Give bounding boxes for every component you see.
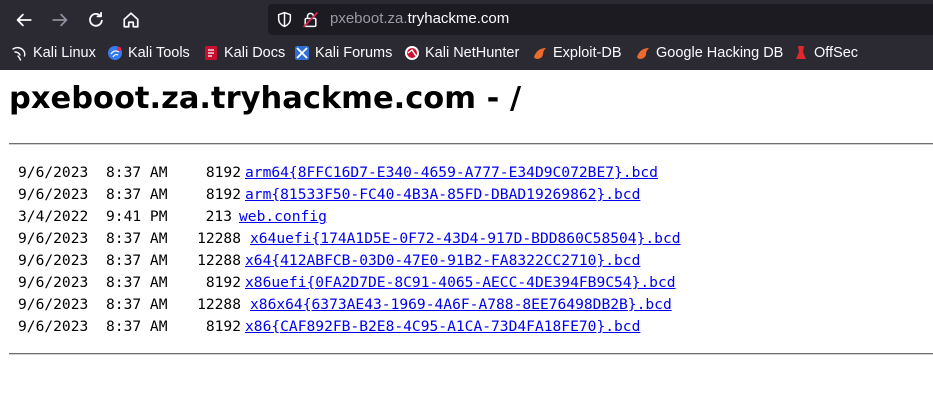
tracking-shield-icon[interactable]: [276, 11, 293, 28]
url-text[interactable]: pxeboot.za.tryhackme.com: [330, 10, 509, 27]
file-size: 12288: [197, 230, 241, 247]
address-bar[interactable]: pxeboot.za.tryhackme.com: [268, 4, 933, 35]
navigation-bar: pxeboot.za.tryhackme.com: [0, 0, 933, 40]
bookmark-exploit-db[interactable]: Exploit-DB: [532, 45, 622, 61]
listing-row: 9/6/2023 8:37 AM 8192 x86uefi{0FA2D7DE-8C91…: [18, 272, 676, 294]
file-link[interactable]: x64uefi{174A1D5E-0F72-43D4-917D-BDD860C5…: [250, 228, 681, 250]
directory-listing: 9/6/2023 8:37 AM 8192 arm64{8FFC16D7-E340-4…: [18, 162, 681, 338]
bookmarks-toolbar: Kali Linux Kali Tools Kali Docs Kali For…: [0, 40, 933, 70]
forward-icon[interactable]: [48, 8, 72, 32]
bookmark-label: Exploit-DB: [553, 45, 622, 61]
kali-dragon-icon: [12, 46, 26, 61]
bookmark-kali-tools[interactable]: Kali Tools: [107, 45, 190, 61]
browser-chrome: pxeboot.za.tryhackme.com Kali Linux Kali…: [0, 0, 933, 70]
bookmark-label: Kali NetHunter: [425, 45, 520, 61]
kali-tools-icon: [108, 46, 122, 60]
file-size: 8192: [205, 274, 241, 291]
listing-row: 9/6/2023 8:37 AM 8192 arm{81533F50-FC40-4B3…: [18, 184, 640, 206]
file-size: 8192: [205, 186, 241, 203]
bookmark-kali-docs[interactable]: Kali Docs: [203, 45, 285, 61]
offsec-icon: [796, 46, 806, 59]
file-size: 8192: [205, 318, 241, 335]
file-link[interactable]: arm{81533F50-FC40-4B3A-85FD-DBAD19269862…: [245, 184, 640, 206]
bookmark-google-hacking-db[interactable]: Google Hacking DB: [635, 45, 783, 61]
listing-row: 9/6/2023 8:37 AM 12288 x64uefi{174A1D5E-0F7…: [18, 228, 681, 250]
listing-row: 9/6/2023 8:37 AM 12288 x86x64{6373AE43-1969…: [18, 294, 672, 316]
bookmark-label: Kali Tools: [128, 45, 190, 61]
reload-icon[interactable]: [84, 8, 108, 32]
bookmark-label: Kali Docs: [224, 45, 286, 61]
back-icon[interactable]: [12, 8, 36, 32]
file-link[interactable]: arm64{8FFC16D7-E340-4659-A777-E34D9C072B…: [245, 162, 658, 184]
file-link[interactable]: web.config: [239, 206, 327, 228]
kali-docs-icon: [205, 46, 217, 60]
top-divider: [9, 143, 933, 145]
page-content: pxeboot.za.tryhackme.com - / 9/6/2023 8:3…: [0, 70, 933, 413]
bookmark-label: Kali Forums: [315, 45, 393, 61]
file-size: 12288: [197, 252, 241, 269]
listing-row: 9/6/2023 8:37 AM 8192 x86{CAF892FB-B2E8-4C9…: [18, 316, 640, 338]
listing-row: 9/6/2023 8:37 AM 12288 x64{412ABFCB-03D0-47…: [18, 250, 640, 272]
bookmark-label: Google Hacking DB: [656, 45, 784, 61]
file-size: 213: [205, 208, 232, 225]
bookmark-label: Kali Linux: [33, 45, 96, 61]
file-link[interactable]: x86x64{6373AE43-1969-4A6F-A788-8EE76498D…: [250, 294, 672, 316]
file-link[interactable]: x86{CAF892FB-B2E8-4C95-A1CA-73D4FA18FE70…: [245, 316, 640, 338]
bookmark-kali-forums[interactable]: Kali Forums: [294, 45, 392, 61]
ghdb-icon: [637, 48, 649, 59]
bookmark-kali-linux[interactable]: Kali Linux: [12, 45, 96, 61]
kali-forums-icon: [295, 46, 309, 60]
exploit-db-icon: [534, 48, 546, 59]
insecure-lock-icon[interactable]: [302, 11, 319, 28]
bottom-divider: [9, 353, 933, 355]
file-size: 8192: [205, 164, 241, 181]
page-title: pxeboot.za.tryhackme.com - /: [9, 81, 522, 116]
bookmark-label: OffSec: [814, 45, 859, 61]
file-link[interactable]: x64{412ABFCB-03D0-47E0-91B2-FA8322CC2710…: [245, 250, 640, 272]
listing-row: 9/6/2023 8:37 AM 8192 arm64{8FFC16D7-E340-4…: [18, 162, 658, 184]
bookmark-offsec[interactable]: OffSec: [793, 45, 858, 61]
listing-row: 3/4/2022 9:41 PM 213 web.config: [18, 206, 327, 228]
file-link[interactable]: x86uefi{0FA2D7DE-8C91-4065-AECC-4DE394FB…: [245, 272, 676, 294]
file-size: 12288: [197, 296, 241, 313]
home-icon[interactable]: [119, 8, 143, 32]
nethunter-icon: [405, 46, 419, 60]
bookmark-kali-nethunter[interactable]: Kali NetHunter: [404, 45, 519, 61]
